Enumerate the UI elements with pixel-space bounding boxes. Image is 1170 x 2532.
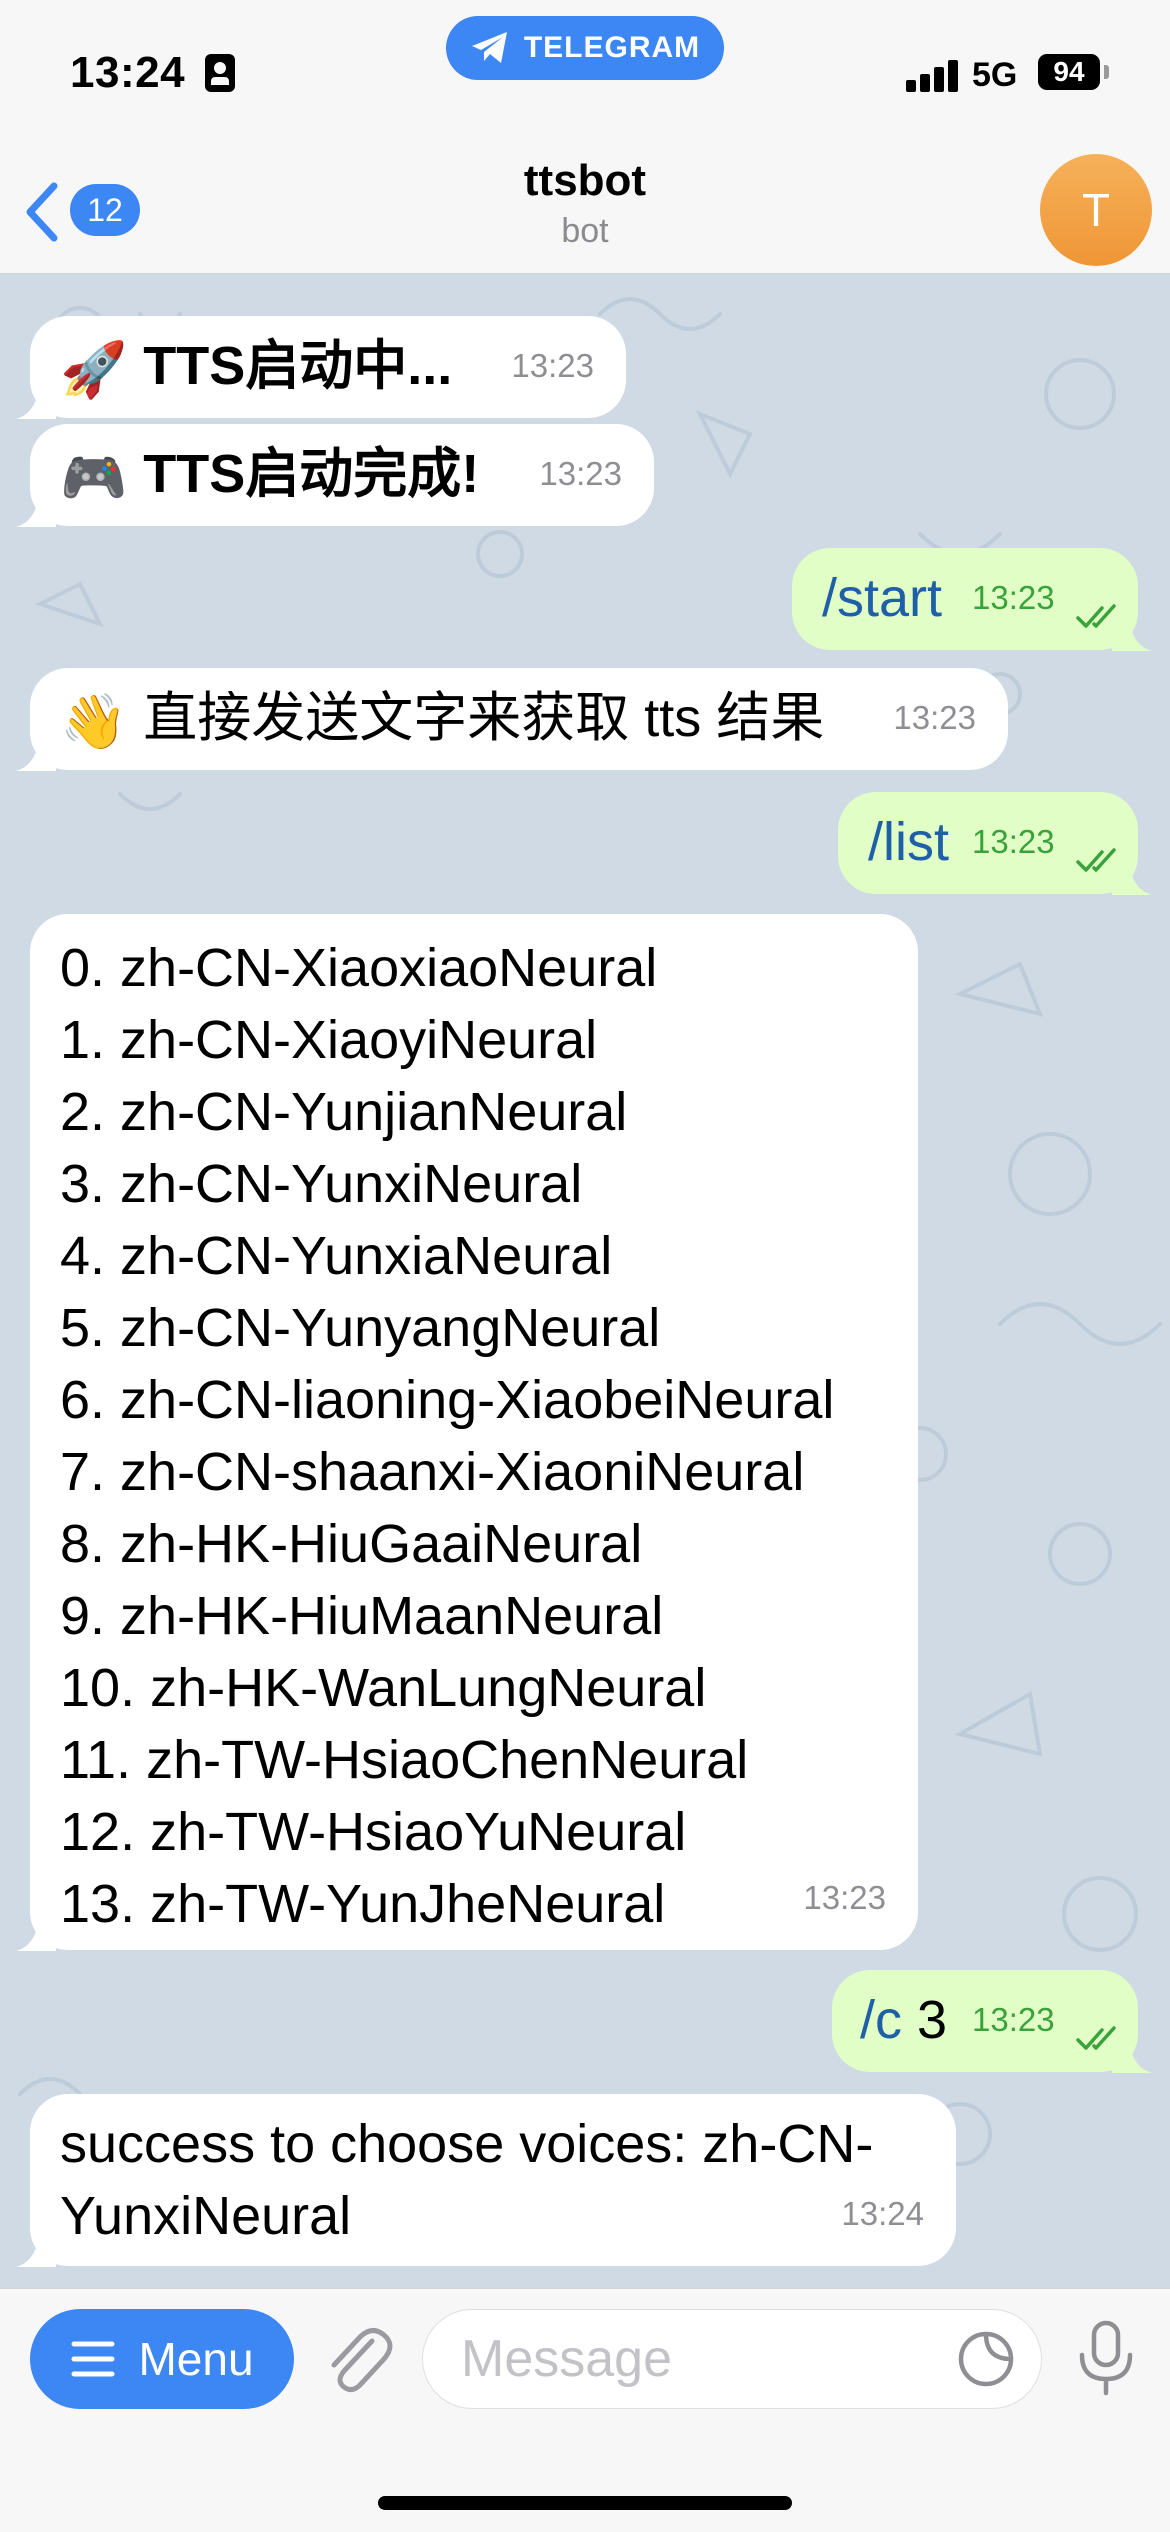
message-time: 13:24 [841, 2195, 924, 2232]
back-button[interactable]: 12 [18, 174, 158, 244]
message-text: TTS启动中... [143, 336, 453, 396]
message-time: 13:23 [803, 1879, 886, 1916]
read-ticks-icon [1076, 604, 1116, 628]
message-bubble-outgoing[interactable]: /list 13:23 [838, 792, 1152, 895]
message-text: TTS启动完成! [143, 444, 480, 504]
message-input[interactable] [422, 2309, 1042, 2409]
message-time: 13:23 [539, 455, 622, 492]
bubble-tail [16, 487, 56, 527]
bubble-tail [16, 1911, 56, 1951]
message-time: 13:23 [972, 2001, 1055, 2038]
sticker-icon[interactable] [956, 2329, 1016, 2389]
menu-button[interactable]: Menu [30, 2309, 294, 2409]
chat-header: ttsbot bot 12 T [0, 150, 1170, 274]
message-bubble-incoming[interactable]: 🚀 TTS启动中... 13:23 [16, 316, 626, 419]
paperclip-icon[interactable] [320, 2319, 396, 2399]
rocket-emoji: 🚀 [60, 339, 128, 400]
network-type: 5G [972, 56, 1018, 94]
back-chevron-icon [26, 182, 58, 242]
message-bubble-outgoing[interactable]: /c 3 13:23 [832, 1970, 1152, 2073]
command-link[interactable]: /c [860, 1990, 902, 2050]
bubble-tail [16, 379, 56, 419]
read-ticks-icon [1076, 2026, 1116, 2050]
message-bubble-incoming[interactable]: 🎮 TTS启动完成! 13:23 [16, 424, 654, 527]
read-ticks-icon [1076, 848, 1116, 872]
message-time: 13:23 [893, 699, 976, 736]
avatar[interactable]: T [1040, 154, 1152, 266]
status-time: 13:24 [70, 48, 186, 97]
waving-hand-emoji: 👋 [60, 691, 128, 752]
message-bubble-outgoing[interactable]: /start 13:23 [792, 548, 1152, 651]
home-indicator [378, 2496, 792, 2510]
menu-lines-icon [71, 2341, 115, 2377]
battery-icon: 94 [1038, 54, 1100, 90]
telegram-return-pill[interactable]: TELEGRAM [446, 16, 724, 80]
chat-area[interactable]: 🚀 TTS启动中... 13:23 🎮 TTS启动完成! 13:23 /start … [0, 274, 1170, 2288]
status-bar: 13:24 TELEGRAM 5G 94 [0, 0, 1170, 150]
bubble-tail [16, 731, 56, 771]
chat-title[interactable]: ttsbot [0, 156, 1170, 206]
menu-label: Menu [138, 2333, 254, 2385]
unread-badge: 12 [70, 184, 140, 236]
message-text: 3 [902, 1990, 948, 2050]
chat-subtitle: bot [561, 212, 609, 250]
focus-icon [205, 54, 235, 92]
bubble-tail [16, 2227, 56, 2267]
gamepad-emoji: 🎮 [60, 447, 128, 508]
message-bubble-incoming[interactable]: success to choose voices: zh-CN- YunxiNe… [16, 2094, 956, 2267]
message-text: 直接发送文字来获取 tts 结果 [143, 688, 825, 748]
telegram-pill-label: TELEGRAM [523, 31, 701, 64]
message-bubble-incoming[interactable]: 0. zh-CN-XiaoxiaoNeural 1. zh-CN-XiaoyiN… [16, 914, 918, 1951]
input-bar: Menu [0, 2288, 1170, 2532]
message-text[interactable]: /list [868, 806, 949, 878]
message-bubble-incoming[interactable]: 👋 直接发送文字来获取 tts 结果 13:23 [16, 668, 1008, 771]
message-time: 13:23 [511, 347, 594, 384]
message-time: 13:23 [972, 579, 1055, 616]
telegram-plane-icon [471, 32, 507, 63]
microphone-icon[interactable] [1076, 2319, 1136, 2399]
message-text: success to choose voices: zh-CN- YunxiNe… [60, 2114, 874, 2246]
voice-list-text: 0. zh-CN-XiaoxiaoNeural 1. zh-CN-XiaoyiN… [60, 938, 835, 1934]
signal-icon [906, 60, 958, 92]
battery-tip [1104, 65, 1109, 79]
message-time: 13:23 [972, 823, 1055, 860]
message-text[interactable]: /start [822, 562, 942, 634]
